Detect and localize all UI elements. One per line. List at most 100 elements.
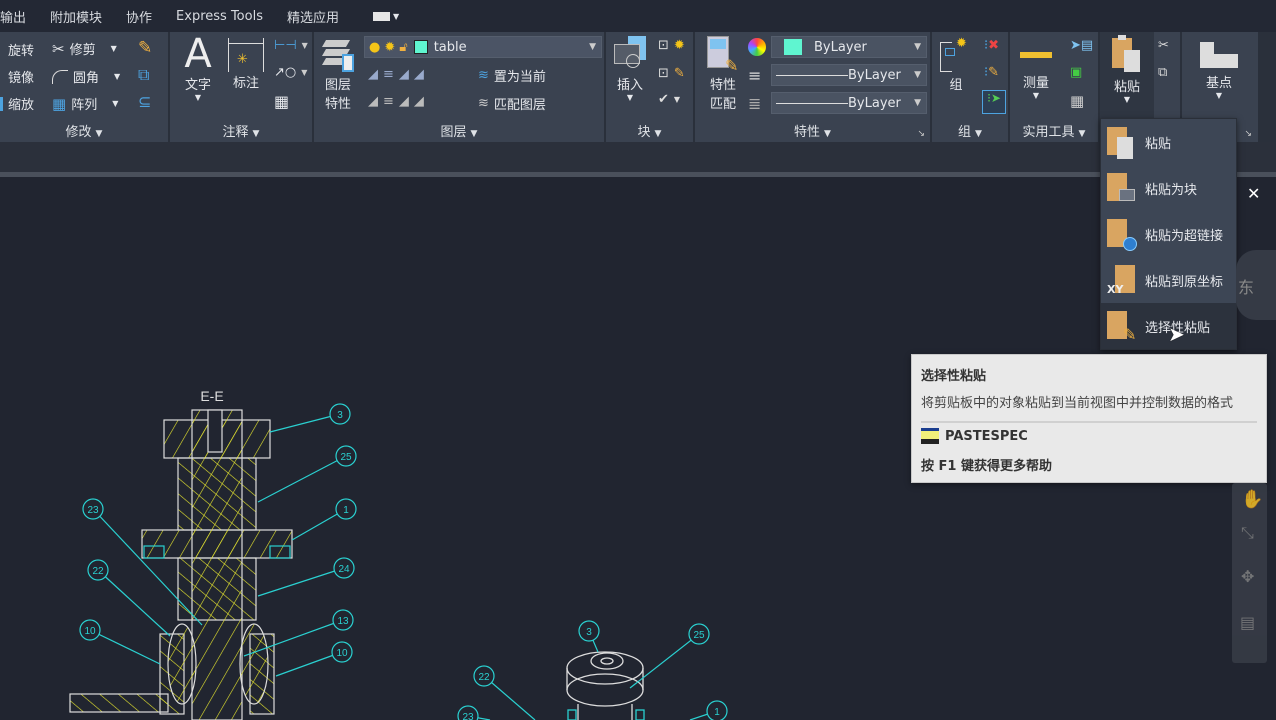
layer-thaw-icon[interactable]: ◢ xyxy=(399,94,409,109)
layer-isolate-icon[interactable]: ≡ xyxy=(383,67,394,82)
color-wheel-icon[interactable] xyxy=(748,38,766,56)
table-icon[interactable]: ▦ xyxy=(274,92,289,111)
edit-attributes-icon[interactable]: ✔ ▼ xyxy=(658,92,680,107)
basepoint-button[interactable]: 基点 ▼ xyxy=(1192,42,1246,100)
menu-bar: 输出 附加模块 协作 Express Tools 精选应用 ▼ xyxy=(0,0,1276,32)
explode-icon[interactable]: ⧉ xyxy=(138,65,149,85)
layer-on-icon[interactable]: ◢ xyxy=(368,94,378,109)
group-edit-icon[interactable]: ⁝✎ xyxy=(984,65,999,80)
section-leader-line xyxy=(269,413,341,433)
menu-item-paste[interactable]: 粘贴 xyxy=(1101,119,1236,165)
zoom-extents-icon[interactable]: ⤡ xyxy=(1241,523,1254,543)
panel-block-title[interactable]: 块 ▼ xyxy=(606,121,693,140)
section-leader-line xyxy=(257,455,347,503)
offset-icon[interactable]: ⊆ xyxy=(138,92,151,111)
panel-utilities-title[interactable]: 实用工具 ▼ xyxy=(1010,121,1098,140)
menu-collaborate[interactable]: 协作 xyxy=(126,7,152,26)
text-button[interactable]: A 文字 ▼ xyxy=(182,34,214,102)
trim-button[interactable]: ✂ 修剪 ▼ xyxy=(52,39,117,59)
layer-color-swatch xyxy=(413,40,428,54)
group-selection-icon[interactable]: ⁝➤ xyxy=(982,90,1006,114)
layer-lock-icon[interactable]: ◢ xyxy=(414,67,424,82)
layer-properties-label-1: 图层 xyxy=(324,78,351,93)
rotate-button[interactable]: 旋转 xyxy=(8,40,34,59)
fillet-button[interactable]: 圆角 ▼ xyxy=(52,67,120,86)
close-icon[interactable]: ✕ xyxy=(1247,184,1260,203)
cut-icon[interactable]: ✂ xyxy=(1158,38,1169,53)
panel-groups: ✹ 组 ⁝✖ ⁝✎ ⁝➤ 组 ▼ xyxy=(932,32,1008,142)
ungroup-icon[interactable]: ⁝✖ xyxy=(984,38,999,53)
layer-tools-row-1: ◢ ≡ ◢ ◢ xyxy=(368,67,424,82)
showmotion-icon[interactable]: ▤ xyxy=(1240,613,1255,632)
menu-featured-apps[interactable]: 精选应用 xyxy=(287,7,339,26)
insert-button[interactable]: 插入 ▼ xyxy=(610,36,650,102)
erase-icon[interactable]: ✎ xyxy=(138,38,152,58)
menu-item-paste-to-original-coords[interactable]: XY 粘贴到原坐标 xyxy=(1101,257,1236,303)
panel-groups-title[interactable]: 组 ▼ xyxy=(932,121,1008,140)
lineweight-dropdown[interactable]: ByLayer ▼ xyxy=(771,92,927,114)
layer-dropdown[interactable]: ● ✹ 🔓︎ table ▼ xyxy=(364,36,602,58)
viewcube[interactable]: 东 xyxy=(1236,250,1276,320)
orbit-icon[interactable]: ✥ xyxy=(1241,567,1254,586)
iso-balloon-label: 22 xyxy=(478,672,490,683)
leader-icon[interactable]: ↗○ ▼ xyxy=(274,65,307,80)
paste-button[interactable]: 粘贴 ▼ xyxy=(1100,32,1154,118)
paste-icon xyxy=(1100,32,1154,76)
panel-layers-title[interactable]: 图层 ▼ xyxy=(314,121,604,140)
lineweight-value: ByLayer xyxy=(848,95,901,111)
menu-item-paste-as-block[interactable]: 粘贴为块 xyxy=(1101,165,1236,211)
color-dropdown[interactable]: ByLayer ▼ xyxy=(771,36,927,58)
dialog-launcher-icon[interactable]: ↘ xyxy=(1244,129,1252,139)
array-button[interactable]: ▦ 阵列 ▼ xyxy=(52,94,118,114)
layer-off-icon[interactable]: ◢ xyxy=(368,67,378,82)
panel-modify-title[interactable]: 修改 ▼ xyxy=(0,121,168,140)
copy-icon[interactable]: ⧉ xyxy=(1158,65,1167,80)
dialog-launcher-icon[interactable]: ↘ xyxy=(917,129,925,139)
match-layer-button[interactable]: ≋ 匹配图层 xyxy=(478,94,546,113)
panel-properties-title[interactable]: 特性 ▼ xyxy=(695,121,930,140)
dimension-label: 标注 xyxy=(232,76,259,91)
linetype-dropdown[interactable]: ByLayer ▼ xyxy=(771,64,927,86)
color-value: ByLayer xyxy=(814,39,867,55)
basepoint-icon xyxy=(1192,42,1246,72)
calculator-icon[interactable]: ▦ xyxy=(1070,92,1084,110)
layer-tools-row-2: ◢ ≡ ◢ ◢ xyxy=(368,94,424,109)
viewcube-east-label[interactable]: 东 xyxy=(1238,274,1254,298)
navigation-bar: ✋ ⤡ ✥ ▤ xyxy=(1232,483,1267,663)
layer-unisolate-icon[interactable]: ≡ xyxy=(383,94,394,109)
menu-output[interactable]: 输出 xyxy=(0,7,26,26)
edit-block-icon[interactable]: ⊡ ✎ xyxy=(658,66,685,81)
dimension-icon: ✳ xyxy=(228,38,264,72)
layer-properties-button[interactable]: 图层 特性 xyxy=(320,36,356,112)
section-leader-line xyxy=(89,629,161,665)
match-properties-icon: ✎ xyxy=(703,36,743,75)
pan-icon[interactable]: ✋ xyxy=(1241,489,1263,510)
menu-item-paste-as-hyperlink[interactable]: 粘贴为超链接 xyxy=(1101,211,1236,257)
layer-freeze-icon[interactable]: ◢ xyxy=(399,67,409,82)
dimension-button[interactable]: ✳ 标注 xyxy=(228,38,264,91)
measure-button[interactable]: 测量 ▼ xyxy=(1016,42,1056,100)
match-properties-label-1: 特性 xyxy=(709,78,736,93)
scale-icon xyxy=(0,96,3,111)
section-balloon-label: 10 xyxy=(336,648,348,659)
mirror-button[interactable]: 镜像 xyxy=(8,67,34,86)
linear-dim-icon[interactable]: ⊢⊣ ▼ xyxy=(274,38,308,53)
mirror-label: 镜像 xyxy=(8,71,35,86)
match-layer-label: 匹配图层 xyxy=(493,98,546,113)
set-current-button[interactable]: ≋ 置为当前 xyxy=(478,66,546,85)
match-properties-button[interactable]: ✎ 特性 匹配 xyxy=(703,36,743,112)
group-button[interactable]: ✹ 组 xyxy=(936,36,976,93)
linetype-icon[interactable]: ≡ xyxy=(748,66,761,85)
layer-unlock-icon[interactable]: ◢ xyxy=(414,94,424,109)
workspace-dropdown-icon[interactable]: ▼ xyxy=(372,11,399,21)
lineweight-icon[interactable]: ≣ xyxy=(748,94,761,113)
scale-button[interactable]: 缩放 xyxy=(0,94,34,113)
menu-express-tools[interactable]: Express Tools xyxy=(176,9,263,24)
linetype-value: ByLayer xyxy=(848,67,901,83)
select-all-icon[interactable]: ▣ xyxy=(1070,65,1082,80)
panel-annotate-title[interactable]: 注释 ▼ xyxy=(170,121,312,140)
menu-addins[interactable]: 附加模块 xyxy=(50,7,102,26)
quick-select-icon[interactable]: ➤▤ xyxy=(1070,38,1093,53)
ruler-icon xyxy=(1016,42,1056,72)
create-block-icon[interactable]: ⊡ ✹ xyxy=(658,38,685,53)
